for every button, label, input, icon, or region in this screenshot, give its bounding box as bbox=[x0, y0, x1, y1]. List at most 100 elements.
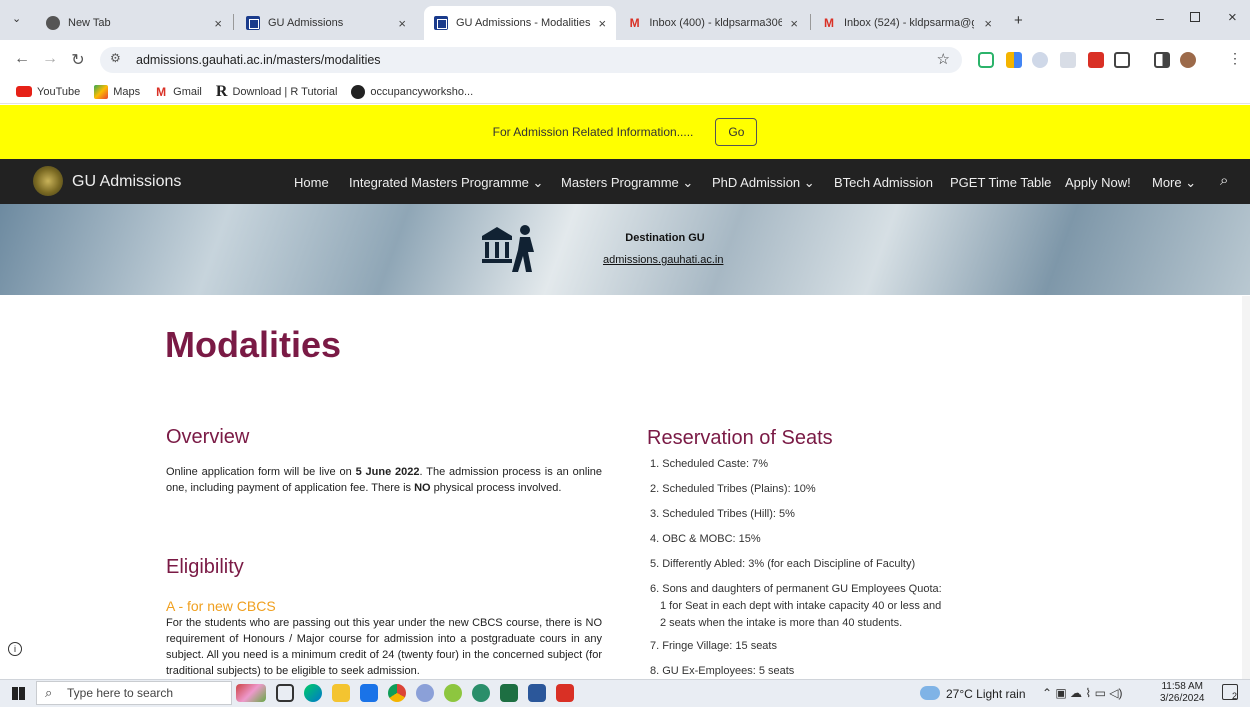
new-tab-button[interactable]: + bbox=[1014, 12, 1023, 29]
file-explorer-icon[interactable] bbox=[332, 684, 350, 702]
tab-inbox-1[interactable]: M Inbox (400) - kldpsarma306@g × bbox=[618, 6, 808, 40]
tab-gu-admissions[interactable]: GU Admissions × bbox=[236, 6, 416, 40]
gmail-icon: M bbox=[156, 84, 167, 99]
site-settings-icon[interactable]: ⚙ bbox=[110, 51, 121, 65]
list-item: 8. GU Ex-Employees: 5 seats bbox=[650, 665, 795, 677]
pdf-icon[interactable] bbox=[556, 684, 574, 702]
list-item: 4. OBC & MOBC: 15% bbox=[650, 533, 761, 545]
chevron-down-icon: ⌄ bbox=[803, 175, 815, 190]
list-item: 5. Differently Abled: 3% (for each Disci… bbox=[650, 558, 916, 570]
extensions-puzzle-icon[interactable] bbox=[1114, 52, 1130, 68]
clock[interactable]: 11:58 AM 3/26/2024 bbox=[1160, 681, 1205, 705]
chevron-down-icon: ⌄ bbox=[532, 175, 544, 190]
nav-more[interactable]: More ⌄ bbox=[1152, 175, 1196, 191]
go-button[interactable]: Go bbox=[715, 118, 758, 146]
reservation-heading: Reservation of Seats bbox=[647, 427, 833, 449]
tab-title: New Tab bbox=[68, 17, 111, 29]
bookmarks-bar: YouTube Maps M Gmail R Download | R Tutori… bbox=[0, 80, 1250, 104]
scrollbar[interactable] bbox=[1242, 296, 1250, 679]
weather-text[interactable]: 27°C Light rain bbox=[946, 687, 1026, 701]
nav-integrated-masters[interactable]: Integrated Masters Programme ⌄ bbox=[349, 175, 543, 191]
close-icon[interactable]: × bbox=[599, 16, 607, 31]
excel-icon[interactable] bbox=[500, 684, 518, 702]
bookmark-star-icon[interactable]: ☆ bbox=[937, 50, 950, 68]
hero-banner: Destination GU admissions.gauhati.ac.in bbox=[0, 204, 1250, 295]
side-panel-icon[interactable] bbox=[1154, 52, 1170, 68]
minimize-button[interactable]: – bbox=[1156, 10, 1164, 26]
gu-favicon-icon bbox=[434, 16, 448, 30]
site-brand[interactable]: GU Admissions bbox=[72, 173, 181, 191]
tab-modalities[interactable]: GU Admissions - Modalities × bbox=[424, 6, 616, 40]
eligibility-text: For the students who are passing out thi… bbox=[166, 617, 602, 677]
windows-start-icon[interactable] bbox=[12, 687, 25, 700]
system-tray-icons[interactable]: ⌃ ▣ ☁ ⌇ ▭ ◁) bbox=[1042, 686, 1122, 700]
nav-apply-now[interactable]: Apply Now! bbox=[1065, 175, 1131, 190]
list-item: 1. Scheduled Caste: 7% bbox=[650, 458, 769, 470]
tab-inbox-2[interactable]: M Inbox (524) - kldpsarma@gauh × bbox=[812, 6, 1002, 40]
r-app-icon[interactable] bbox=[416, 684, 434, 702]
forward-button[interactable]: → bbox=[40, 50, 60, 68]
nav-home[interactable]: Home bbox=[294, 175, 329, 190]
info-icon[interactable]: i bbox=[8, 642, 22, 656]
profile-avatar[interactable] bbox=[1180, 52, 1196, 68]
close-icon[interactable]: × bbox=[398, 16, 406, 31]
menu-kebab-icon[interactable]: ⋮ bbox=[1228, 50, 1242, 67]
gu-favicon-icon bbox=[246, 16, 260, 30]
tab-title: Inbox (524) - kldpsarma@gauh bbox=[844, 17, 974, 29]
nav-masters-programme[interactable]: Masters Programme ⌄ bbox=[561, 175, 693, 191]
page-title: Modalities bbox=[165, 324, 342, 365]
hero-link[interactable]: admissions.gauhati.ac.in bbox=[603, 254, 723, 266]
close-icon[interactable]: × bbox=[790, 16, 798, 31]
app-icon[interactable] bbox=[236, 684, 266, 702]
r-icon: R bbox=[215, 82, 228, 100]
tab-new-tab[interactable]: New Tab × bbox=[36, 6, 232, 40]
eligibility-heading: Eligibility bbox=[166, 556, 244, 578]
gu-logo[interactable] bbox=[33, 166, 63, 196]
extension-icon[interactable] bbox=[978, 52, 994, 68]
store-icon[interactable] bbox=[360, 684, 378, 702]
task-view-icon[interactable] bbox=[276, 684, 294, 702]
banner-text: For Admission Related Information..... bbox=[492, 125, 694, 139]
tab-search-icon[interactable]: ⌄ bbox=[12, 12, 21, 25]
gmail-icon: M bbox=[824, 16, 834, 30]
address-bar[interactable]: ⚙ admissions.gauhati.ac.in/masters/modal… bbox=[100, 47, 962, 73]
qgis-icon[interactable] bbox=[472, 684, 490, 702]
extension-icon[interactable] bbox=[1088, 52, 1104, 68]
site-navbar: GU Admissions Home Integrated Masters Pr… bbox=[0, 159, 1250, 204]
reservation-list: 1. Scheduled Caste: 7% 2. Scheduled Trib… bbox=[650, 456, 942, 688]
overview-heading: Overview bbox=[166, 426, 250, 448]
youtube-icon bbox=[16, 86, 32, 97]
list-item: 6. Sons and daughters of permanent GU Em… bbox=[650, 583, 942, 629]
list-item: 7. Fringe Village: 15 seats bbox=[650, 640, 777, 652]
extension-icon[interactable] bbox=[1006, 52, 1022, 68]
maximize-button[interactable] bbox=[1190, 12, 1200, 22]
reload-button[interactable]: ↻ bbox=[68, 50, 88, 70]
extension-icon[interactable] bbox=[1032, 52, 1048, 68]
close-icon[interactable]: × bbox=[214, 16, 222, 31]
eligibility-subheading: A - for new CBCS bbox=[166, 598, 276, 614]
close-window-button[interactable]: × bbox=[1228, 9, 1237, 26]
search-icon: ⌕ bbox=[45, 685, 53, 700]
notification-icon[interactable]: 2 bbox=[1222, 684, 1238, 701]
tab-title: GU Admissions bbox=[268, 17, 344, 29]
nav-btech-admission[interactable]: BTech Admission bbox=[834, 175, 933, 190]
search-icon[interactable]: ⌕ bbox=[1220, 172, 1228, 189]
bookmark-maps[interactable]: Maps bbox=[94, 84, 140, 99]
url-text: admissions.gauhati.ac.in/masters/modalit… bbox=[136, 53, 381, 67]
bookmark-youtube[interactable]: YouTube bbox=[16, 86, 80, 98]
hero-title: Destination GU bbox=[625, 232, 705, 244]
edge-icon[interactable] bbox=[304, 684, 322, 702]
bookmark-gmail[interactable]: M Gmail bbox=[154, 85, 202, 99]
close-icon[interactable]: × bbox=[984, 16, 992, 31]
back-button[interactable]: ← bbox=[12, 50, 32, 68]
nav-pget-time-table[interactable]: PGET Time Table bbox=[950, 175, 1051, 190]
bookmark-r-tutorial[interactable]: R Download | R Tutorial bbox=[216, 83, 338, 101]
extension-icon[interactable] bbox=[1060, 52, 1076, 68]
chrome-icon[interactable] bbox=[388, 684, 406, 702]
bookmark-github[interactable]: occupancyworksho... bbox=[351, 84, 473, 99]
qgis-icon[interactable] bbox=[444, 684, 462, 702]
nav-phd-admission[interactable]: PhD Admission ⌄ bbox=[712, 175, 815, 191]
word-icon[interactable] bbox=[528, 684, 546, 702]
taskbar-search-input[interactable]: ⌕ Type here to search bbox=[36, 681, 232, 705]
admission-info-banner: For Admission Related Information..... G… bbox=[0, 105, 1250, 159]
